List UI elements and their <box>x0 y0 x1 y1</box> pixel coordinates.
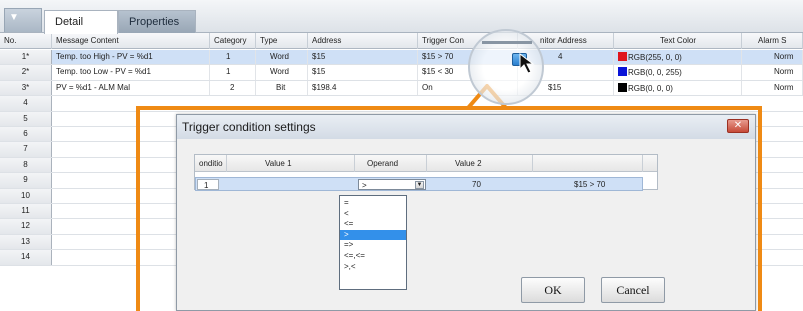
alarm-cell[interactable]: Norm <box>742 50 803 65</box>
operand-option[interactable]: = <box>340 198 406 209</box>
text-color-cell[interactable]: RGB(0, 0, 255) <box>614 65 742 80</box>
operand-option-selected[interactable]: > <box>340 229 406 241</box>
text-color-cell[interactable]: RGB(255, 0, 0) <box>614 50 742 65</box>
type-cell[interactable]: Bit <box>256 80 308 96</box>
header-address[interactable]: Address <box>308 33 418 49</box>
message-cell[interactable]: Temp. too High - PV = %d1 <box>52 50 210 65</box>
row-number[interactable]: 13 <box>0 234 52 250</box>
chevron-down-icon[interactable]: ▼ <box>415 181 424 189</box>
type-cell[interactable]: Word <box>256 50 308 65</box>
table-row[interactable]: 1* Temp. too High - PV = %d1 1 Word $15 … <box>0 50 803 66</box>
operand-selected-value: > <box>362 181 367 190</box>
operand-option[interactable]: <= <box>340 219 406 230</box>
operand-select[interactable]: > ▼ <box>358 179 426 190</box>
condition-row[interactable]: 1 > ▼ 70 $15 > 70 <box>195 177 643 191</box>
color-value: RGB(255, 0, 0) <box>628 53 682 62</box>
row-number[interactable]: 10 <box>0 188 52 203</box>
dialog-title: Trigger condition settings <box>177 115 755 139</box>
cancel-button[interactable]: Cancel <box>601 277 665 303</box>
header-operand[interactable]: Operand <box>355 155 427 172</box>
tab-detail[interactable]: Detail <box>44 10 118 34</box>
operand-option[interactable]: < <box>340 209 406 220</box>
alarm-cell[interactable]: Norm <box>742 80 803 96</box>
magnified-column-divider <box>482 41 532 44</box>
header-value1[interactable]: Value 1 <box>227 155 355 172</box>
header-type[interactable]: Type <box>256 33 308 49</box>
value2-cell[interactable]: 70 <box>428 178 534 190</box>
category-cell[interactable]: 1 <box>210 65 256 80</box>
condition-result: $15 > 70 <box>574 180 606 189</box>
header-category[interactable]: Category <box>210 33 256 49</box>
color-value: RGB(0, 0, 0) <box>628 83 673 93</box>
condition-table-header: onditio Value 1 Operand Value 2 <box>195 155 657 172</box>
row-number[interactable]: 1* <box>0 50 52 65</box>
row-number[interactable]: 8 <box>0 157 52 173</box>
header-alarm[interactable]: Alarm S <box>742 33 803 49</box>
operand-option[interactable]: <=,<= <box>340 251 406 262</box>
header-message[interactable]: Message Content <box>52 33 210 49</box>
message-cell[interactable]: PV = %d1 - ALM Mal <box>52 80 210 96</box>
ok-button[interactable]: OK <box>521 277 585 303</box>
category-cell[interactable]: 1 <box>210 50 256 65</box>
trigger-condition-dialog: Trigger condition settings ✕ onditio Val… <box>176 114 756 311</box>
address-cell[interactable]: $15 <box>308 50 418 65</box>
grid-header: No. Message Content Category Type Addres… <box>0 33 803 49</box>
text-color-cell[interactable]: RGB(0, 0, 0) <box>614 80 742 96</box>
header-condition[interactable]: onditio <box>195 155 227 172</box>
color-swatch <box>618 82 627 92</box>
message-cell[interactable]: Temp. too Low - PV = %d1 <box>52 65 210 80</box>
operand-option[interactable]: => <box>340 240 406 251</box>
type-cell[interactable]: Word <box>256 65 308 80</box>
table-row[interactable]: 2* Temp. too Low - PV = %d1 1 Word $15 $… <box>0 65 803 81</box>
row-number[interactable]: 9 <box>0 173 52 188</box>
color-swatch <box>618 52 627 61</box>
header-value2[interactable]: Value 2 <box>427 155 533 172</box>
category-cell[interactable]: 2 <box>210 80 256 96</box>
row-number[interactable]: 3* <box>0 80 52 96</box>
row-number[interactable]: 11 <box>0 204 52 219</box>
row-number[interactable]: 6 <box>0 127 52 142</box>
row-number[interactable]: 7 <box>0 142 52 157</box>
magnifier-lens <box>468 29 544 105</box>
value1-cell[interactable] <box>228 178 356 190</box>
tab-strip: ▼ Detail Properties <box>0 0 803 34</box>
address-cell[interactable]: $15 <box>308 65 418 80</box>
address-cell[interactable]: $198.4 <box>308 80 418 96</box>
row-number[interactable]: 14 <box>0 250 52 265</box>
row-number[interactable]: 12 <box>0 219 52 234</box>
condition-table: onditio Value 1 Operand Value 2 1 > ▼ 70… <box>194 154 658 191</box>
tab-properties[interactable]: Properties <box>118 10 196 33</box>
operand-option[interactable]: >,< <box>340 262 406 273</box>
row-number[interactable]: 4 <box>0 96 52 111</box>
header-text-color[interactable]: Text Color <box>614 33 742 49</box>
tab-menu-arrow[interactable]: ▼ <box>4 8 42 32</box>
color-swatch <box>618 67 627 77</box>
operand-dropdown-list: = < <= > => <=,<= >,< <box>339 195 407 290</box>
color-value: RGB(0, 0, 255) <box>628 68 682 78</box>
close-icon[interactable]: ✕ <box>727 119 749 133</box>
row-number[interactable]: 5 <box>0 111 52 126</box>
header-result <box>533 155 643 172</box>
alarm-cell[interactable]: Norm <box>742 65 803 80</box>
row-number[interactable]: 2* <box>0 65 52 80</box>
mouse-pointer-icon <box>519 53 535 74</box>
header-no[interactable]: No. <box>0 33 52 49</box>
condition-index[interactable]: 1 <box>197 179 219 190</box>
table-row[interactable]: 3* PV = %d1 - ALM Mal 2 Bit $198.4 On $1… <box>0 80 803 97</box>
